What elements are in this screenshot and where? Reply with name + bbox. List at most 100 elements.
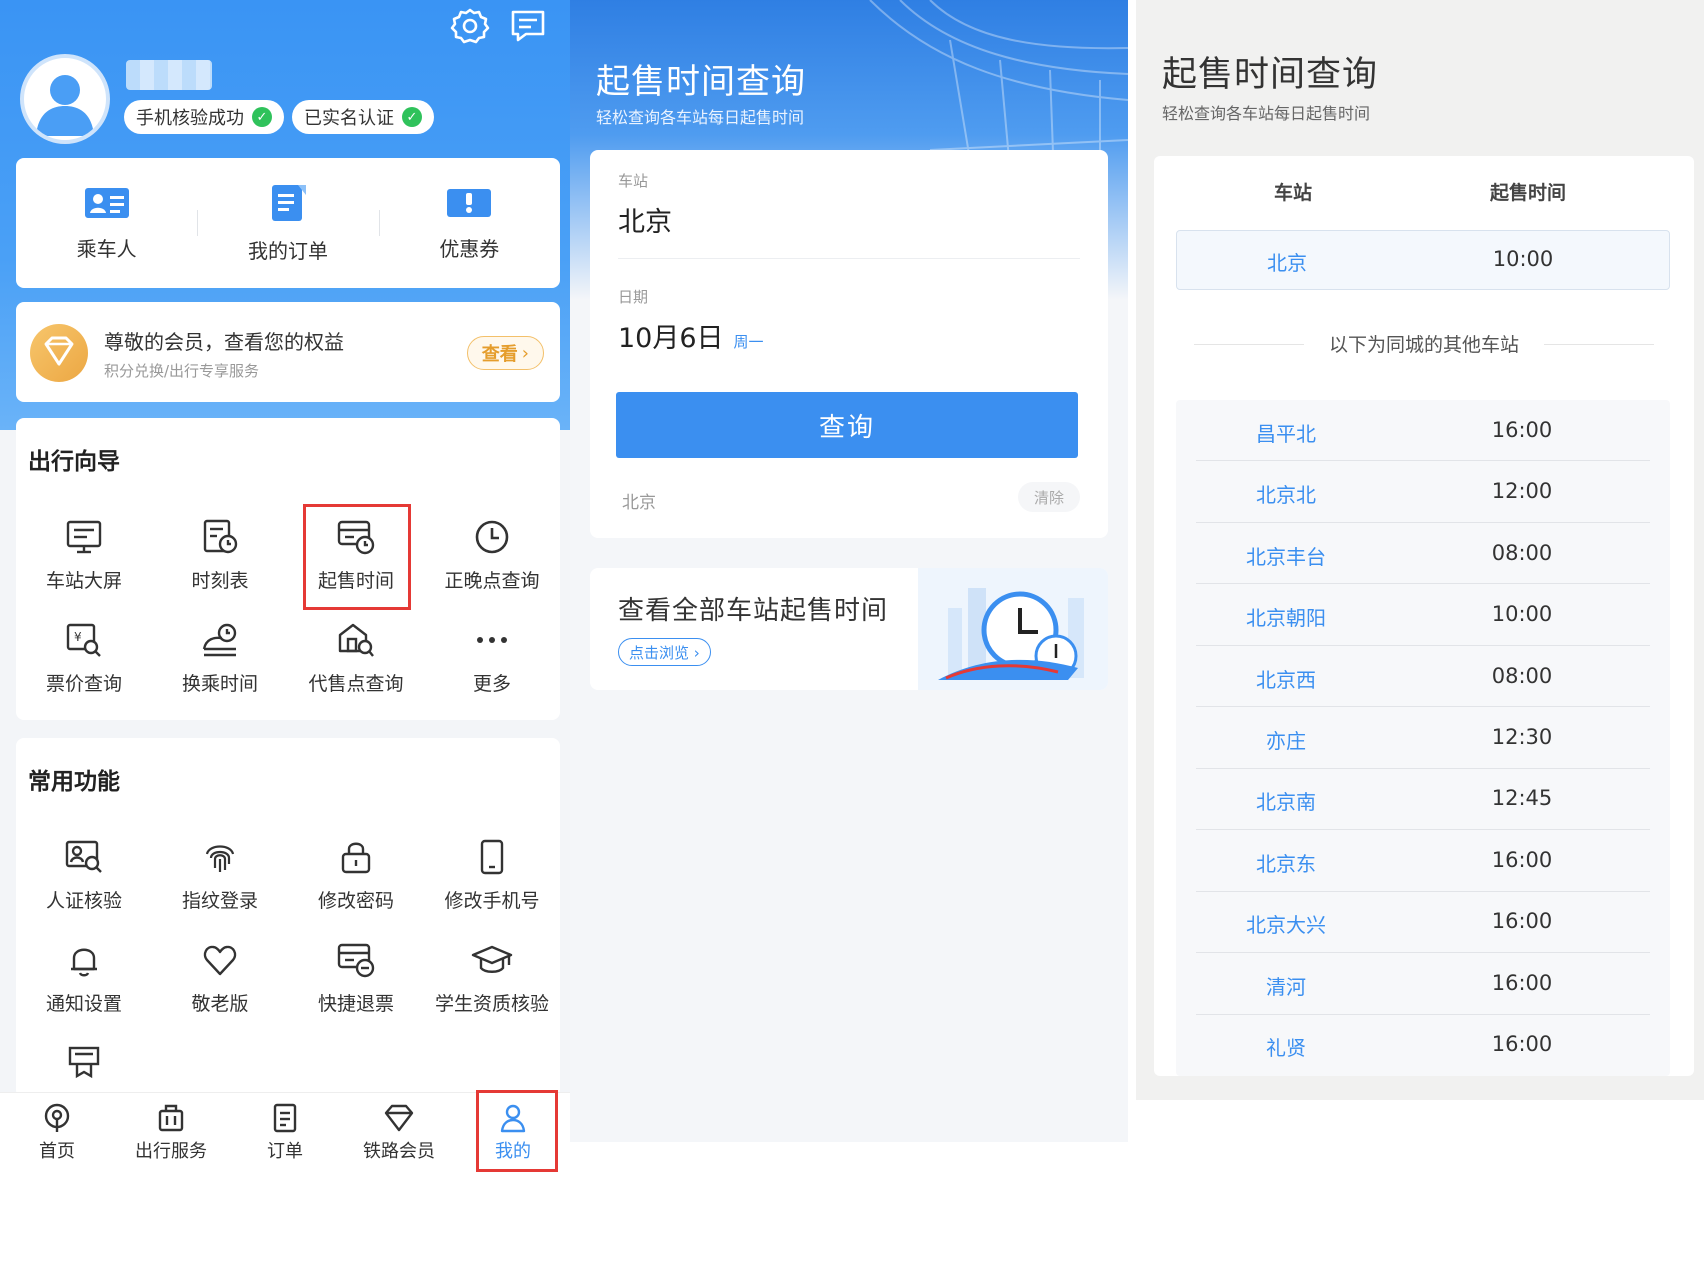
other-stations-label: 以下为同城的其他车站 (1328, 334, 1519, 356)
phone-icon (473, 838, 511, 876)
refund-ticket-icon (336, 941, 376, 979)
common-item-student-verify[interactable]: 学生资质核验 (424, 941, 560, 1031)
more-icon (473, 621, 511, 659)
coupon-button[interactable]: 优惠券 (378, 158, 560, 288)
table-row: 北京北 12:00 (1176, 461, 1670, 523)
station-cell: 昌平北 (1256, 421, 1316, 446)
station-cell: 清河 (1266, 974, 1306, 999)
table-row: 北京西 08:00 (1176, 646, 1670, 708)
phone-verified-badge: 手机核验成功 ✓ (124, 100, 284, 134)
avatar[interactable] (20, 54, 110, 144)
query-form-card: 车站 北京 日期 10月6日 周一 查询 北京 清除 (590, 150, 1108, 538)
station-cell: 北京北 (1256, 483, 1316, 508)
order-list-icon (268, 183, 308, 223)
station-field[interactable]: 北京 (618, 200, 672, 239)
transfer-time-icon (200, 621, 240, 659)
query-button[interactable]: 查询 (616, 392, 1078, 458)
coupon-icon (446, 185, 492, 221)
bell-icon (65, 941, 103, 979)
home-train-icon (42, 1103, 72, 1133)
table-row: 礼贤 16:00 (1176, 1015, 1670, 1076)
weekday-label: 周一 (733, 333, 764, 351)
all-stations-card[interactable]: 查看全部车站起售时间 点击浏览 › (590, 568, 1108, 690)
date-field[interactable]: 10月6日 周一 (618, 316, 764, 355)
common-item-elder-mode[interactable]: 敬老版 (152, 941, 288, 1031)
nav-orders[interactable]: 订单 (228, 1093, 342, 1172)
passenger-card-icon (84, 185, 130, 221)
real-name-badge: 已实名认证 ✓ (292, 100, 434, 134)
guide-item-delay-query[interactable]: 正晚点查询 (424, 518, 560, 608)
member-benefits-card[interactable]: 尊敬的会员，查看您的权益 积分兑换/出行专享服务 查看 › (16, 302, 560, 402)
guide-item-agency-query[interactable]: 代售点查询 (288, 621, 424, 711)
view-benefits-button[interactable]: 查看 › (466, 336, 544, 370)
check-icon: ✓ (252, 107, 272, 127)
table-row: 北京朝阳 10:00 (1176, 584, 1670, 646)
timetable-icon (201, 518, 239, 556)
common-item-id-verify[interactable]: 人证核验 (16, 838, 152, 928)
table-row-main: 北京 10:00 (1176, 230, 1670, 290)
svg-text:¥: ¥ (74, 630, 82, 644)
guide-item-timetable[interactable]: 时刻表 (152, 518, 288, 608)
check-icon: ✓ (402, 107, 422, 127)
other-stations-list: 昌平北 16:00 北京北 12:00 北京丰台 08:00 北京朝阳 10:00 北京西 08:… (1176, 400, 1670, 1076)
section-title: 常用功能 (28, 769, 120, 795)
my-page-panel: 手机核验成功 ✓ 已实名认证 ✓ 乘车人 我的订单 优惠券 尊敬的会员，查看您的… (0, 0, 570, 1172)
clear-history-button[interactable]: 清除 (1017, 482, 1080, 512)
guide-item-more[interactable]: 更多 (424, 621, 560, 711)
sale-time-result-panel: 起售时间查询 轻松查询各车站每日起售时间 车站 起售时间 北京 10:00 以下… (1136, 0, 1704, 1100)
station-screen-icon (65, 518, 103, 556)
agency-search-icon (336, 621, 376, 659)
table-row: 北京大兴 16:00 (1176, 892, 1670, 954)
guide-item-transfer-time[interactable]: 换乘时间 (152, 621, 288, 711)
station-cell: 北京丰台 (1246, 544, 1326, 569)
browse-button[interactable]: 点击浏览 › (618, 638, 711, 666)
time-cell: 16:00 (1491, 847, 1553, 872)
lock-icon (337, 838, 375, 876)
nav-railway-member[interactable]: 铁路会员 (342, 1093, 456, 1172)
history-station[interactable]: 北京 (622, 488, 656, 513)
certificate-icon (65, 1044, 103, 1080)
table-row: 清河 16:00 (1176, 953, 1670, 1015)
common-item-fingerprint[interactable]: 指纹登录 (152, 838, 288, 928)
table-row: 亦庄 12:30 (1176, 707, 1670, 769)
page-subtitle: 轻松查询各车站每日起售时间 (596, 108, 805, 127)
passenger-button[interactable]: 乘车人 (16, 158, 197, 288)
time-cell: 16:00 (1491, 417, 1553, 442)
station-cell: 北京朝阳 (1246, 606, 1326, 631)
all-stations-title: 查看全部车站起售时间 (618, 596, 889, 626)
clock-icon (473, 518, 511, 556)
guide-item-station-screen[interactable]: 车站大屏 (16, 518, 152, 608)
guide-item-fare-query[interactable]: ¥ 票价查询 (16, 621, 152, 711)
nav-home[interactable]: 首页 (0, 1093, 114, 1172)
table-row: 北京东 16:00 (1176, 830, 1670, 892)
luggage-icon (156, 1103, 186, 1133)
table-row: 北京丰台 08:00 (1176, 523, 1670, 585)
time-cell: 16:00 (1491, 909, 1553, 934)
divider (618, 258, 1080, 259)
highlight-box-sale-time (303, 504, 411, 610)
page-title: 起售时间查询 (1162, 55, 1379, 95)
fare-search-icon: ¥ (65, 621, 103, 659)
my-orders-button[interactable]: 我的订单 (197, 158, 378, 288)
gear-icon[interactable] (450, 6, 490, 46)
column-header-time: 起售时间 (1490, 182, 1567, 204)
message-icon[interactable] (508, 6, 548, 46)
common-item-change-phone[interactable]: 修改手机号 (424, 838, 560, 928)
common-item-notification[interactable]: 通知设置 (16, 941, 152, 1031)
quick-actions-card: 乘车人 我的订单 优惠券 (16, 158, 560, 288)
common-item-quick-refund[interactable]: 快捷退票 (288, 941, 424, 1031)
page-subtitle: 轻松查询各车站每日起售时间 (1162, 104, 1371, 123)
time-cell: 12:30 (1491, 724, 1553, 749)
common-item-change-password[interactable]: 修改密码 (288, 838, 424, 928)
nav-travel-service[interactable]: 出行服务 (114, 1093, 228, 1172)
table-row: 昌平北 16:00 (1176, 400, 1670, 462)
common-item-partial[interactable] (16, 1044, 152, 1084)
table-row: 北京南 12:45 (1176, 769, 1670, 831)
user-name-blurred (126, 60, 212, 90)
time-cell: 16:00 (1491, 1032, 1553, 1057)
diamond-icon (383, 1103, 415, 1133)
diamond-icon (30, 324, 88, 382)
time-cell: 10:00 (1491, 602, 1553, 627)
order-icon (270, 1103, 300, 1133)
station-cell: 北京南 (1256, 790, 1316, 815)
